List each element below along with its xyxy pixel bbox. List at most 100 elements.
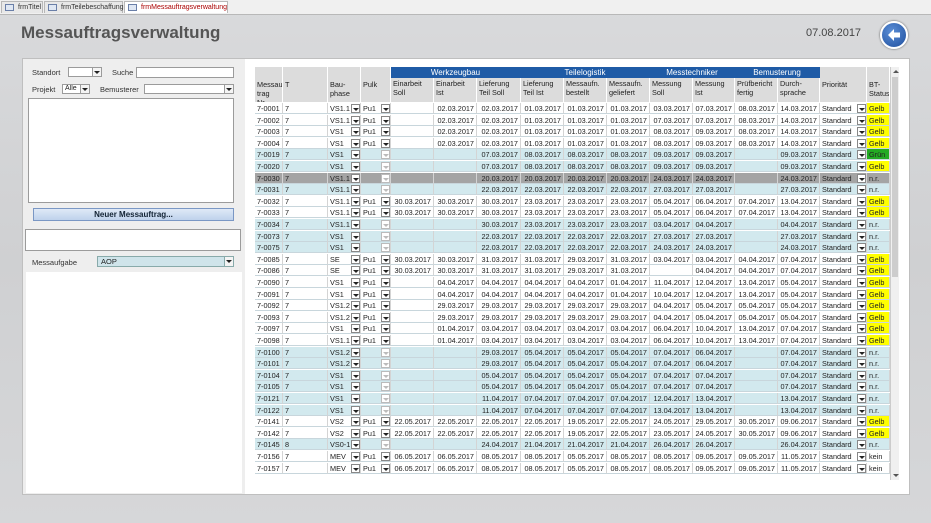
cell-messung_soll[interactable]: 11.04.2017	[650, 277, 693, 288]
cell-messaufn_bestellt[interactable]: 05.05.2017	[564, 462, 607, 474]
cell-lieferung_soll[interactable]: 11.04.2017	[477, 404, 521, 416]
cell-bt_status[interactable]: Gelb	[867, 416, 890, 428]
chevron-down-icon[interactable]	[857, 347, 866, 357]
cell-messung_soll[interactable]: 09.03.2017	[650, 161, 693, 172]
chevron-down-icon[interactable]	[351, 440, 360, 450]
cell-pruefbericht[interactable]	[735, 381, 778, 393]
cell-einarbeit_ist[interactable]: 30.03.2017	[434, 253, 477, 265]
chevron-down-icon[interactable]	[351, 324, 360, 334]
cell-lieferung_soll[interactable]: 24.04.2017	[477, 439, 521, 451]
cell-lieferung_soll[interactable]: 08.05.2017	[477, 451, 521, 462]
cell-durchsprache[interactable]: 07.04.2017	[778, 358, 820, 370]
cell-messaufn_geliefert[interactable]: 07.04.2017	[607, 393, 650, 404]
chevron-down-icon[interactable]	[857, 208, 866, 218]
cell-messung_ist[interactable]: 12.04.2017	[693, 277, 735, 288]
chevron-down-icon[interactable]	[381, 452, 390, 461]
cell-messung_ist[interactable]: 10.04.2017	[693, 323, 735, 335]
cell-messaufn_geliefert[interactable]: 29.03.2017	[607, 300, 650, 312]
cell-messaufn_geliefert[interactable]: 22.05.2017	[607, 427, 650, 439]
cell-pruefbericht[interactable]: 07.04.2017	[735, 207, 778, 219]
cell-nr[interactable]: 7-0156	[255, 451, 283, 462]
cell-bt_status[interactable]: Gelb	[867, 114, 890, 126]
cell-t[interactable]: 7	[283, 242, 328, 254]
chevron-down-icon[interactable]	[381, 347, 390, 357]
chevron-down-icon[interactable]	[857, 370, 866, 380]
chevron-down-icon[interactable]	[351, 336, 360, 345]
cell-durchsprache[interactable]: 07.04.2017	[778, 381, 820, 393]
cell-messung_soll[interactable]: 07.04.2017	[650, 358, 693, 370]
cell-lieferung_ist[interactable]: 08.03.2017	[521, 161, 564, 172]
cell-einarbeit_soll[interactable]	[391, 439, 434, 451]
chevron-down-icon[interactable]	[224, 257, 233, 266]
cell-einarbeit_soll[interactable]	[391, 346, 434, 358]
cell-einarbeit_ist[interactable]	[434, 393, 477, 404]
cell-durchsprache[interactable]: 27.03.2017	[778, 184, 820, 196]
cell-einarbeit_ist[interactable]	[434, 369, 477, 381]
chevron-down-icon[interactable]	[857, 394, 866, 403]
cell-einarbeit_ist[interactable]: 02.03.2017	[434, 126, 477, 138]
cell-messaufn_bestellt[interactable]: 08.03.2017	[564, 161, 607, 172]
scroll-down-icon[interactable]	[892, 472, 899, 479]
chevron-down-icon[interactable]	[381, 150, 390, 160]
cell-lieferung_ist[interactable]: 04.04.2017	[521, 277, 564, 288]
cell-messaufn_bestellt[interactable]: 29.03.2017	[564, 265, 607, 277]
cell-durchsprache[interactable]: 05.04.2017	[778, 288, 820, 300]
cell-bt_status[interactable]: Gelb	[867, 300, 890, 312]
cell-nr[interactable]: 7-0104	[255, 369, 283, 381]
cell-t[interactable]: 7	[283, 346, 328, 358]
column-header-messung_soll[interactable]: Messung Soll	[650, 78, 693, 102]
cell-messung_ist[interactable]: 04.04.2017	[693, 219, 735, 230]
cell-lieferung_ist[interactable]: 05.04.2017	[521, 369, 564, 381]
cell-einarbeit_soll[interactable]: 22.05.2017	[391, 427, 434, 439]
chevron-down-icon[interactable]	[92, 68, 101, 76]
cell-messung_ist[interactable]: 05.04.2017	[693, 300, 735, 312]
projekt-combo[interactable]: Alle	[62, 84, 90, 94]
cell-messaufn_geliefert[interactable]: 08.05.2017	[607, 462, 650, 474]
chevron-down-icon[interactable]	[381, 324, 390, 334]
cell-lieferung_ist[interactable]: 22.05.2017	[521, 427, 564, 439]
cell-messung_ist[interactable]: 09.03.2017	[693, 161, 735, 172]
cell-einarbeit_soll[interactable]	[391, 277, 434, 288]
cell-nr[interactable]: 7-0075	[255, 242, 283, 254]
chevron-down-icon[interactable]	[381, 266, 390, 276]
chevron-down-icon[interactable]	[351, 162, 360, 171]
cell-bt_status[interactable]: n.r.	[867, 393, 890, 404]
cell-pruefbericht[interactable]: 07.04.2017	[735, 195, 778, 207]
cell-nr[interactable]: 7-0001	[255, 103, 283, 114]
cell-messaufn_geliefert[interactable]: 22.05.2017	[607, 416, 650, 428]
cell-einarbeit_ist[interactable]: 22.05.2017	[434, 416, 477, 428]
cell-messung_soll[interactable]: 08.05.2017	[650, 451, 693, 462]
cell-lieferung_soll[interactable]: 02.03.2017	[477, 103, 521, 114]
cell-nr[interactable]: 7-0093	[255, 311, 283, 323]
cell-nr[interactable]: 7-0121	[255, 393, 283, 404]
cell-lieferung_soll[interactable]: 22.03.2017	[477, 230, 521, 242]
cell-t[interactable]: 7	[283, 416, 328, 428]
cell-lieferung_soll[interactable]: 29.03.2017	[477, 311, 521, 323]
cell-messaufn_bestellt[interactable]: 23.03.2017	[564, 195, 607, 207]
column-header-nr[interactable]: Messauf- trag Nr.	[255, 67, 283, 102]
cell-einarbeit_ist[interactable]: 22.05.2017	[434, 427, 477, 439]
cell-pruefbericht[interactable]	[735, 230, 778, 242]
cell-t[interactable]: 7	[283, 369, 328, 381]
cell-messaufn_geliefert[interactable]: 05.04.2017	[607, 358, 650, 370]
cell-t[interactable]: 7	[283, 335, 328, 346]
cell-einarbeit_soll[interactable]: 30.03.2017	[391, 195, 434, 207]
cell-lieferung_ist[interactable]: 22.03.2017	[521, 230, 564, 242]
chevron-down-icon[interactable]	[381, 312, 390, 322]
cell-bt_status[interactable]: Gelb	[867, 277, 890, 288]
cell-messaufn_bestellt[interactable]: 20.03.2017	[564, 172, 607, 184]
cell-nr[interactable]: 7-0100	[255, 346, 283, 358]
cell-lieferung_soll[interactable]: 30.03.2017	[477, 195, 521, 207]
cell-nr[interactable]: 7-0097	[255, 323, 283, 335]
chevron-down-icon[interactable]	[857, 150, 866, 160]
cell-messaufn_geliefert[interactable]: 21.04.2017	[607, 439, 650, 451]
cell-durchsprache[interactable]: 04.04.2017	[778, 219, 820, 230]
cell-einarbeit_ist[interactable]	[434, 172, 477, 184]
cell-pruefbericht[interactable]: 30.05.2017	[735, 427, 778, 439]
cell-messung_ist[interactable]: 03.04.2017	[693, 253, 735, 265]
cell-messaufn_bestellt[interactable]: 29.03.2017	[564, 311, 607, 323]
chevron-down-icon[interactable]	[224, 85, 233, 93]
cell-t[interactable]: 7	[283, 103, 328, 114]
cell-einarbeit_ist[interactable]	[434, 184, 477, 196]
cell-lieferung_ist[interactable]: 01.03.2017	[521, 126, 564, 138]
